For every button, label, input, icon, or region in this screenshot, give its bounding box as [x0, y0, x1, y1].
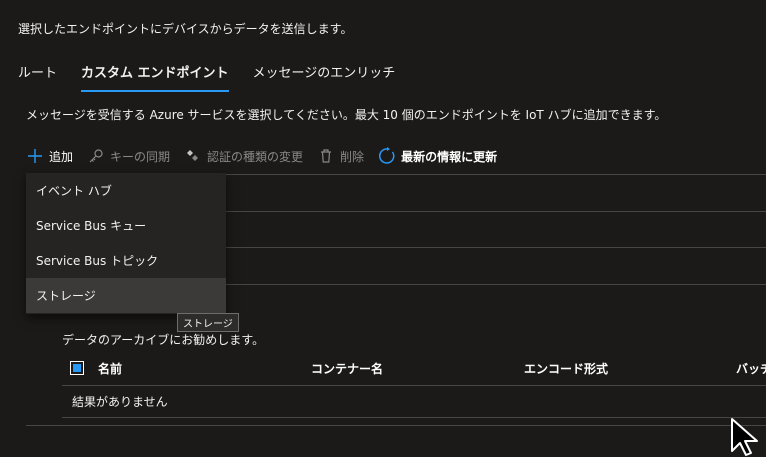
- plus-icon: [26, 147, 44, 165]
- tab-routes[interactable]: ルート: [18, 62, 57, 92]
- delete-button[interactable]: 削除: [317, 147, 364, 165]
- table-row-divider: [62, 417, 766, 418]
- column-name[interactable]: 名前: [98, 360, 122, 377]
- empty-results-text: 結果がありません: [72, 395, 168, 409]
- table-header-divider: [62, 385, 766, 386]
- refresh-button[interactable]: 最新の情報に更新: [378, 147, 497, 165]
- change-auth-label: 認証の種類の変更: [207, 149, 304, 164]
- trash-icon: [317, 147, 335, 165]
- auth-icon: [184, 147, 202, 165]
- archive-text: データのアーカイブにお勧めします。: [62, 333, 265, 347]
- key-icon: [87, 147, 105, 165]
- description-text: メッセージを受信する Azure サービスを選択してください。最大 10 個のエ…: [26, 108, 667, 122]
- mouse-cursor-icon: [730, 417, 764, 457]
- sync-keys-button[interactable]: キーの同期: [87, 147, 170, 165]
- menu-item-event-hub[interactable]: イベント ハブ: [26, 173, 226, 208]
- add-endpoint-dropdown: イベント ハブ Service Bus キュー Service Bus トピック…: [26, 173, 226, 314]
- tab-strip: ルート カスタム エンドポイント メッセージのエンリッチ: [18, 62, 419, 92]
- intro-text: 選択したエンドポイントにデバイスからデータを送信します。: [18, 22, 353, 36]
- refresh-icon: [378, 147, 396, 165]
- refresh-label: 最新の情報に更新: [401, 149, 498, 164]
- change-auth-button[interactable]: 認証の種類の変更: [184, 147, 303, 165]
- sync-keys-label: キーの同期: [110, 149, 171, 164]
- section-divider: [26, 425, 766, 426]
- select-all-checkbox[interactable]: [70, 361, 84, 375]
- column-container-name[interactable]: コンテナー名: [311, 360, 383, 377]
- add-button[interactable]: 追加: [26, 147, 73, 165]
- tab-custom-endpoints[interactable]: カスタム エンドポイント: [81, 62, 229, 92]
- add-label: 追加: [49, 149, 74, 164]
- delete-label: 削除: [340, 149, 365, 164]
- custom-endpoints-panel: 選択したエンドポイントにデバイスからデータを送信します。 ルート カスタム エン…: [0, 0, 766, 457]
- menu-item-service-bus-queue[interactable]: Service Bus キュー: [26, 208, 226, 243]
- menu-item-service-bus-topic[interactable]: Service Bus トピック: [26, 243, 226, 278]
- column-batch[interactable]: バッチ: [736, 360, 766, 377]
- menu-item-storage[interactable]: ストレージ: [26, 278, 226, 313]
- tab-message-enrichment[interactable]: メッセージのエンリッチ: [253, 62, 396, 92]
- storage-tooltip: ストレージ: [177, 313, 239, 332]
- table-header: 名前 コンテナー名 エンコード形式 バッチ: [62, 357, 766, 385]
- column-encoding-format[interactable]: エンコード形式: [524, 360, 608, 377]
- command-bar: 追加 キーの同期 認証の種類の変更 削除 最新の情報に更新: [26, 145, 511, 167]
